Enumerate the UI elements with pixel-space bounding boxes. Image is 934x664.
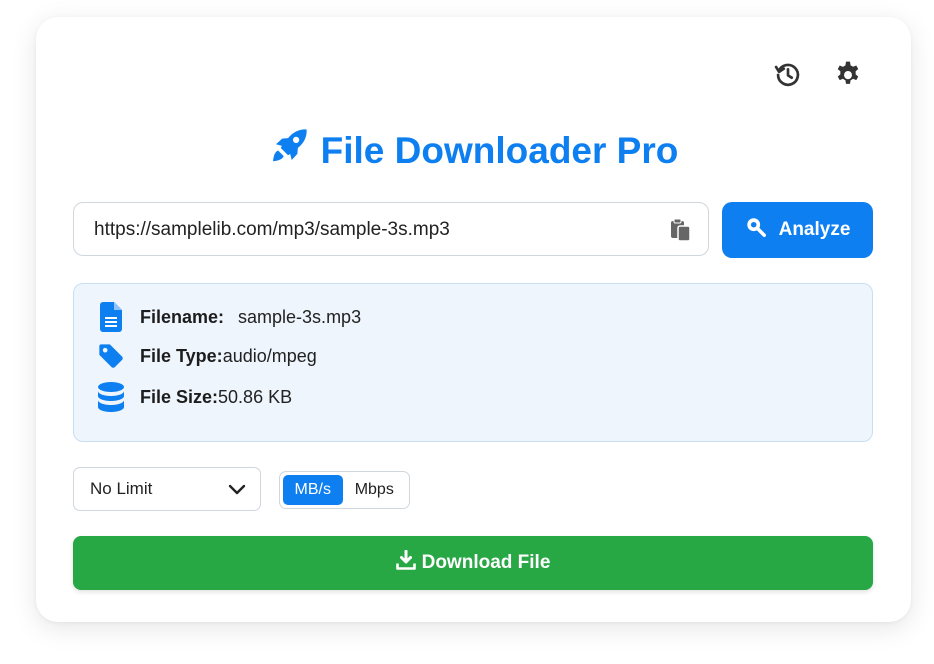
chevron-down-icon <box>228 482 246 502</box>
speed-limit-select[interactable]: No Limit <box>73 467 261 511</box>
speed-limit-value: No Limit <box>90 479 153 498</box>
file-info-panel: Filename: sample-3s.mp3 File Type: audio… <box>73 283 873 442</box>
file-icon <box>96 302 126 332</box>
gear-icon[interactable] <box>833 60 863 90</box>
header-actions <box>773 60 863 90</box>
filetype-value: audio/mpeg <box>222 345 317 366</box>
filesize-label: File Size: <box>140 386 219 407</box>
filename-row: Filename: sample-3s.mp3 <box>96 302 361 332</box>
download-label: Download File <box>421 552 551 573</box>
database-icon <box>96 382 126 412</box>
filename-value: sample-3s.mp3 <box>238 306 362 327</box>
url-input[interactable] <box>92 203 656 257</box>
history-icon[interactable] <box>773 60 803 90</box>
download-button[interactable]: Download File <box>73 536 873 590</box>
page-title: File Downloader Pro <box>36 125 911 176</box>
clipboard-icon[interactable] <box>670 218 692 247</box>
filesize-row: File Size: 50.86 KB <box>96 382 292 412</box>
filename-label: Filename: <box>140 306 225 327</box>
downloader-card: File Downloader Pro Analyze <box>36 17 911 622</box>
tag-icon <box>96 342 126 370</box>
analyze-label: Analyze <box>778 219 851 240</box>
rocket-icon <box>269 125 311 176</box>
filetype-row: File Type: audio/mpeg <box>96 342 317 370</box>
app-title: File Downloader Pro <box>320 129 679 171</box>
search-icon <box>745 216 767 244</box>
analyze-button[interactable]: Analyze <box>722 202 873 258</box>
unit-option-mbps[interactable]: Mbps <box>343 475 406 505</box>
unit-option-mbs[interactable]: MB/s <box>283 475 343 505</box>
unit-toggle: MB/s Mbps <box>279 471 410 509</box>
filesize-value: 50.86 KB <box>218 386 293 407</box>
filetype-label: File Type: <box>140 345 223 366</box>
download-icon <box>395 549 416 576</box>
url-field[interactable] <box>73 202 709 257</box>
